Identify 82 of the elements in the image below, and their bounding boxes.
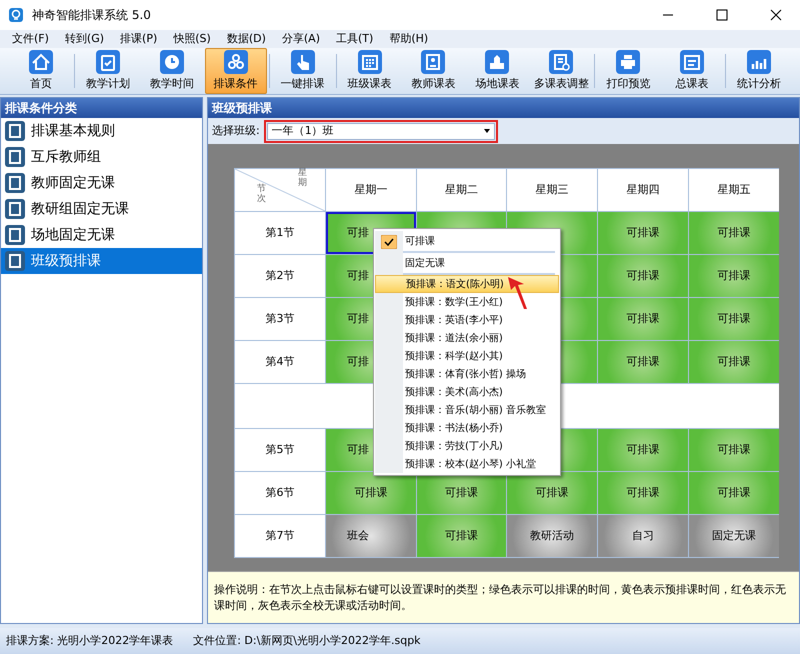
menu-item[interactable]: 预排课：语文(陈小明) [375, 275, 559, 293]
row-header: 第1节 [235, 212, 325, 254]
schedule-cell[interactable]: 可排课 [689, 212, 779, 254]
column-header: 星期一 [326, 169, 416, 211]
checkmark-icon [381, 235, 397, 249]
sidebar-item[interactable]: 教研组固定无课 [1, 196, 202, 222]
status-text: 排课方案: 光明小学2022学年课表 [6, 632, 174, 649]
schedule-cell[interactable]: 可排课 [689, 429, 779, 471]
schedule-cell[interactable]: 可排课 [598, 298, 688, 340]
schedule-cell[interactable]: 教研活动 [507, 515, 597, 557]
schedule-cell[interactable]: 可排课 [598, 255, 688, 297]
row-header: 第6节 [235, 472, 325, 514]
class-dropdown[interactable]: 一年（1）班 [266, 122, 495, 140]
sidebar-item[interactable]: 排课基本规则 [1, 118, 202, 144]
schedule-cell[interactable]: 自习 [598, 515, 688, 557]
menu-item[interactable]: 工具(T) [328, 30, 382, 48]
bar-chart-icon [747, 50, 772, 74]
toolbar-button[interactable]: 班级课表 [338, 48, 401, 94]
field-label: 选择班级: [212, 122, 260, 139]
column-header: 星期五 [689, 169, 779, 211]
column-header: 星期三 [507, 169, 597, 211]
column-header: 星期四 [598, 169, 688, 211]
schedule-cell[interactable]: 可排课 [598, 472, 688, 514]
sidebar-item[interactable]: 教师固定无课 [1, 170, 202, 196]
schedule-cell[interactable]: 可排课 [507, 472, 597, 514]
menu-item[interactable]: 分享(A) [274, 30, 328, 48]
window-title: 神奇智能排课系统 5.0 [32, 7, 151, 24]
building-icon [485, 50, 510, 74]
toolbar-button[interactable]: 多课表调整 [530, 48, 592, 94]
row-header: 第4节 [235, 341, 325, 383]
panel-header: 班级预排课 [208, 98, 799, 118]
schedule-cell[interactable]: 可排课 [417, 515, 506, 557]
pointer-arrow-drawing [506, 276, 528, 310]
toolbar-button[interactable]: 统计分析 [728, 48, 790, 94]
menu-item[interactable]: 数据(D) [218, 30, 274, 48]
toolbar-button[interactable]: 教学时间 [140, 48, 203, 94]
schedule-cell[interactable]: 可排课 [598, 429, 688, 471]
row-header: 第3节 [235, 298, 325, 340]
toolbar-button[interactable]: 一键排课 [272, 48, 334, 94]
printer-icon [616, 50, 640, 74]
schedule-cell[interactable]: 班会 [326, 515, 416, 557]
toolbar-button[interactable]: 首页 [10, 48, 72, 94]
close-icon[interactable] [770, 9, 782, 21]
schedule-cell[interactable]: 可排课 [598, 341, 688, 383]
document-icon [549, 50, 574, 74]
column-header: 星期二 [417, 169, 506, 211]
toolbar-button[interactable]: 教师课表 [402, 48, 464, 94]
sidebar-item[interactable]: 场地固定无课 [1, 222, 202, 248]
toolbar-button[interactable]: 排课条件 [204, 48, 267, 94]
schedule-cell[interactable]: 可排课 [598, 212, 688, 254]
schedule-cell[interactable]: 可排课 [689, 255, 779, 297]
toolbar-button[interactable]: 打印预览 [597, 48, 660, 94]
portrait-icon [421, 50, 446, 74]
toolbar-button[interactable]: 场地课表 [466, 48, 528, 94]
row-header: 第2节 [235, 255, 325, 297]
corner-label: 星期 [298, 169, 307, 189]
hand-icon [290, 50, 315, 74]
instructions-text: 操作说明：在节次上点击鼠标右键可以设置课时的类型；绿色表示可以排课的时间，黄色表示预排课时间，红色表示无课时间，灰色表示全校无课或活动时间。 [208, 571, 799, 623]
panel-header: 排课条件分类 [1, 98, 202, 118]
menu-item[interactable]: 帮助(H) [381, 30, 436, 48]
row-header: 第7节 [235, 515, 325, 557]
sidebar-item[interactable]: 互斥教师组 [1, 144, 202, 170]
schedule-cell[interactable]: 可排课 [689, 472, 779, 514]
sidebar-item[interactable]: 班级预排课 [1, 248, 202, 274]
schedule-cell[interactable]: 可排课 [689, 341, 779, 383]
status-text: 文件位置: D:\新网页\光明小学2022学年.sqpk [193, 632, 421, 649]
toolbar-button[interactable]: 总课表 [661, 48, 724, 94]
toolbar-button[interactable]: 教学计划 [76, 48, 139, 94]
maximize-icon[interactable] [716, 9, 728, 21]
menu-item[interactable]: 快照(S) [165, 30, 219, 48]
schedule-cell[interactable]: 固定无课 [689, 515, 779, 557]
row-header: 第5节 [235, 429, 325, 471]
menu-item[interactable]: 文件(F) [4, 30, 57, 48]
schedule-cell[interactable]: 可排课 [326, 472, 416, 514]
menu-item[interactable]: 排课(P) [112, 30, 166, 48]
schedule-cell[interactable]: 可排课 [689, 298, 779, 340]
dropdown-caret-icon [484, 129, 490, 133]
home-icon [28, 50, 53, 74]
clock-icon [160, 50, 184, 74]
app-logo-icon [8, 7, 24, 23]
corner-label: 节次 [257, 185, 266, 205]
menu-item[interactable]: 转到(G) [56, 30, 112, 48]
